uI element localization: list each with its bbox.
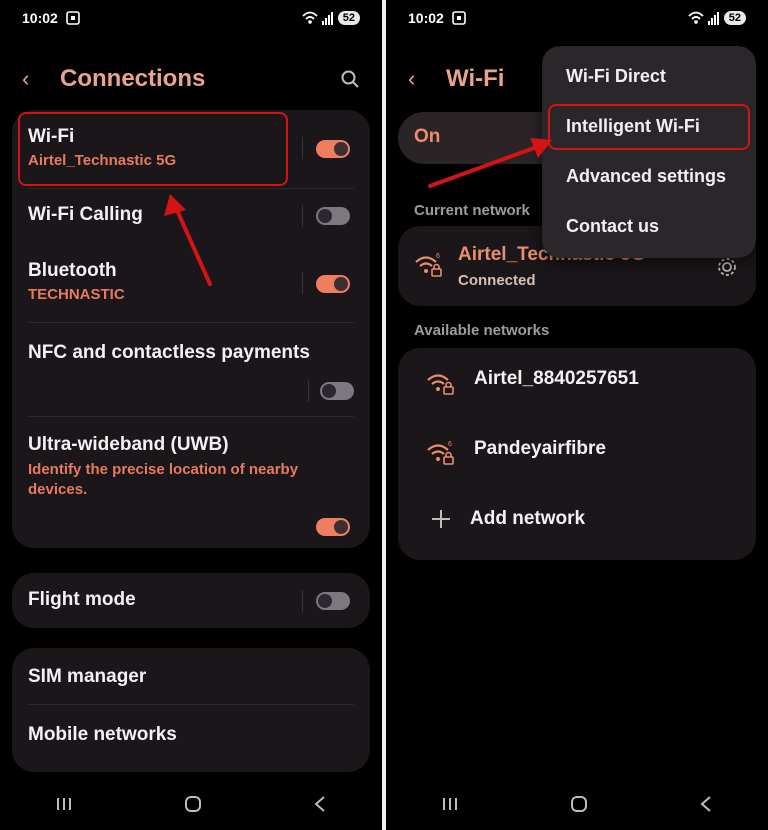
divider	[302, 137, 303, 159]
nfc-toggle[interactable]	[320, 382, 354, 400]
connections-screen: 10:02 52 ‹ Connections Wi-Fi Airtel_Tech…	[0, 0, 382, 830]
network-name: Airtel_8840257651	[474, 368, 639, 389]
bluetooth-toggle[interactable]	[316, 275, 350, 293]
annotation-arrow	[164, 194, 212, 286]
back-nav-icon[interactable]	[313, 795, 327, 813]
wifi-lock-icon	[426, 370, 454, 396]
recents-icon[interactable]	[55, 796, 73, 812]
flight-mode-item[interactable]: Flight mode	[28, 589, 354, 611]
divider	[28, 188, 354, 189]
overflow-menu: Wi-Fi Direct Intelligent Wi-Fi Advanced …	[542, 46, 756, 258]
menu-item-wifi-direct[interactable]: Wi-Fi Direct	[566, 66, 666, 87]
flight-mode-toggle[interactable]	[316, 592, 350, 610]
uwb-description: Identify the precise location of nearby …	[28, 461, 299, 499]
uwb-toggle[interactable]	[316, 518, 350, 536]
sim-manager-title: SIM manager	[28, 666, 147, 687]
gear-icon[interactable]	[716, 256, 738, 278]
screenshot-icon	[452, 11, 466, 25]
available-networks-label: Available networks	[414, 322, 550, 339]
divider	[308, 380, 309, 402]
menu-item-contact-us[interactable]: Contact us	[566, 216, 659, 237]
home-icon[interactable]	[570, 795, 588, 813]
divider	[28, 322, 354, 323]
header: ‹ Connections	[22, 60, 360, 98]
mobile-networks-title: Mobile networks	[28, 724, 177, 745]
menu-item-advanced-settings[interactable]: Advanced settings	[566, 166, 726, 187]
wifi-signal-icon	[302, 11, 318, 25]
connections-card: Wi-Fi Airtel_Technastic 5G Wi-Fi Calling…	[12, 110, 370, 548]
wifi-highlight-box	[18, 112, 288, 186]
add-network-label: Add network	[470, 508, 586, 529]
battery-icon: 52	[337, 11, 360, 25]
screenshot-icon	[66, 11, 80, 25]
nfc-item[interactable]: NFC and contactless payments	[28, 342, 354, 364]
home-icon[interactable]	[184, 795, 202, 813]
status-bar: 10:02 52	[22, 8, 360, 28]
current-network-label: Current network	[414, 202, 530, 219]
status-time: 10:02	[22, 10, 58, 26]
uwb-title: Ultra-wideband (UWB)	[28, 434, 229, 455]
divider	[302, 205, 303, 227]
page-title: Wi-Fi	[446, 65, 505, 92]
battery-icon: 52	[723, 11, 746, 25]
sim-manager-item[interactable]: SIM manager	[28, 666, 354, 688]
available-networks-card: Airtel_8840257651 6 Pandeyairfibre Add n…	[398, 348, 756, 560]
mobile-networks-item[interactable]: Mobile networks	[28, 724, 354, 746]
network-item[interactable]: 6 Pandeyairfibre	[414, 432, 740, 472]
intelligent-wifi-highlight-box	[548, 104, 750, 150]
network-item[interactable]: Airtel_8840257651	[414, 362, 740, 402]
wifi-calling-toggle[interactable]	[316, 207, 350, 225]
wifi-signal-icon	[688, 11, 704, 25]
add-network-item[interactable]: Add network	[414, 502, 740, 542]
nfc-title: NFC and contactless payments	[28, 342, 310, 363]
wifi-lock-icon: 6	[414, 252, 442, 278]
annotation-arrow	[428, 138, 552, 188]
current-network-status: Connected	[458, 272, 536, 289]
nav-bar	[0, 790, 382, 818]
divider	[302, 272, 303, 294]
uwb-item[interactable]: Ultra-wideband (UWB) Identify the precis…	[28, 434, 354, 501]
status-bar: 10:02 52	[408, 8, 746, 28]
wifi-lock-icon: 6	[426, 440, 454, 466]
back-nav-icon[interactable]	[699, 795, 713, 813]
search-icon[interactable]	[340, 69, 360, 89]
status-time: 10:02	[408, 10, 444, 26]
network-name: Pandeyairfibre	[474, 438, 606, 459]
divider	[302, 590, 303, 612]
wifi-toggle[interactable]	[316, 140, 350, 158]
divider	[28, 416, 354, 417]
cell-signal-icon	[707, 11, 720, 25]
flight-mode-card: Flight mode	[12, 573, 370, 628]
svg-text:6: 6	[436, 253, 440, 260]
page-title: Connections	[60, 65, 206, 92]
nav-bar	[386, 790, 768, 818]
recents-icon[interactable]	[441, 796, 459, 812]
svg-text:6: 6	[448, 441, 452, 448]
back-icon[interactable]: ‹	[22, 66, 52, 92]
back-icon[interactable]: ‹	[408, 66, 438, 92]
plus-icon	[430, 508, 452, 530]
wifi-screen: 10:02 52 ‹ Wi-Fi On Current network 6 Ai…	[386, 0, 768, 830]
divider	[28, 704, 354, 705]
flight-mode-title: Flight mode	[28, 589, 136, 610]
sim-card: SIM manager Mobile networks	[12, 648, 370, 772]
cell-signal-icon	[321, 11, 334, 25]
